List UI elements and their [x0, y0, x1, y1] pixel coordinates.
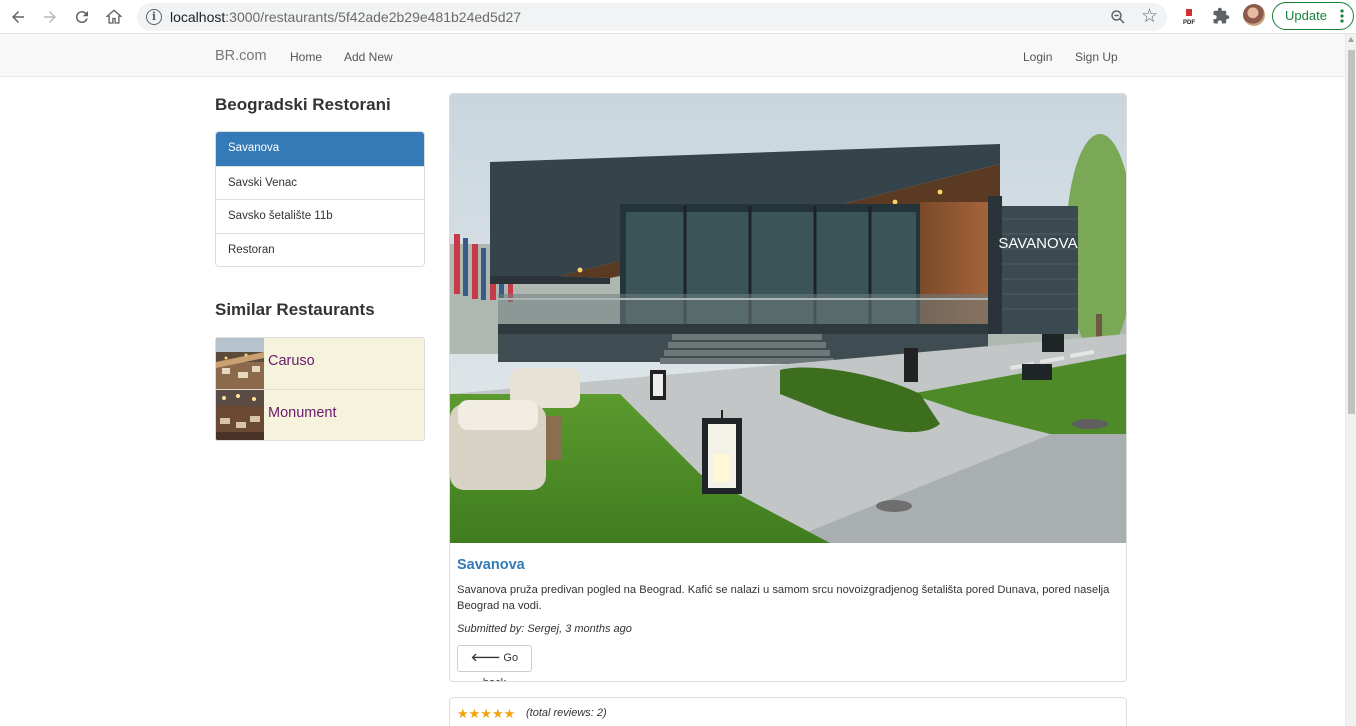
reviews-panel: ★★★★★ (total reviews: 2): [449, 697, 1127, 726]
list-item-type[interactable]: Restoran: [216, 232, 424, 267]
list-item-name[interactable]: Savanova: [216, 132, 424, 166]
pdf-extension-icon[interactable]: PDF: [1181, 8, 1197, 26]
rating-stars: ★★★★★: [457, 706, 516, 721]
back-icon[interactable]: [5, 4, 31, 30]
brand-link[interactable]: BR.com: [215, 48, 267, 64]
url-text[interactable]: localhost:3000/restaurants/5f42ade2b29e4…: [170, 9, 521, 25]
browser-update-button[interactable]: Update: [1272, 2, 1354, 30]
extensions-puzzle-icon[interactable]: [1212, 7, 1230, 25]
nav-signup[interactable]: Sign Up: [1075, 50, 1118, 64]
profile-avatar[interactable]: [1243, 4, 1265, 26]
similar-restaurants-list: Caruso Monument: [215, 337, 425, 441]
nav-login[interactable]: Login: [1023, 50, 1052, 64]
similar-restaurants-title: Similar Restaurants: [215, 300, 375, 319]
go-back-button[interactable]: 🡐Go back: [457, 645, 532, 681]
scrollbar-thumb[interactable]: [1348, 50, 1355, 414]
monument-thumbnail: [216, 390, 264, 440]
forward-icon[interactable]: [37, 4, 63, 30]
similar-name-caruso[interactable]: Caruso: [268, 353, 315, 369]
site-info-icon[interactable]: i: [146, 9, 162, 25]
similar-item-caruso[interactable]: Caruso: [216, 338, 424, 389]
restaurant-photo: SAVANOVA: [450, 94, 1126, 543]
sign-text: SAVANOVA: [998, 235, 1077, 252]
sidebar-title: Beogradski Restorani: [215, 95, 391, 114]
total-reviews: (total reviews: 2): [526, 707, 607, 719]
submitted-by: Submitted by: Sergej, 3 months ago: [457, 623, 632, 635]
zoom-icon[interactable]: [1109, 8, 1127, 26]
browser-toolbar: i localhost:3000/restaurants/5f42ade2b29…: [0, 0, 1356, 34]
svg-text:PDF: PDF: [1183, 20, 1195, 26]
restaurant-title[interactable]: Savanova: [457, 557, 525, 573]
page-scrollbar[interactable]: [1345, 34, 1356, 726]
restaurant-detail-panel: SAVANOVA Savanova Savanova pruža prediva…: [449, 93, 1127, 682]
list-item-area[interactable]: Savski Venac: [216, 165, 424, 200]
more-menu-icon[interactable]: [1340, 9, 1344, 23]
nav-home[interactable]: Home: [290, 50, 322, 64]
address-bar[interactable]: i localhost:3000/restaurants/5f42ade2b29…: [137, 3, 1167, 31]
scroll-up-icon[interactable]: [1348, 37, 1354, 42]
nav-add-new[interactable]: Add New: [344, 50, 393, 64]
bookmark-star-icon[interactable]: ☆: [1141, 5, 1158, 28]
list-item-address[interactable]: Savsko šetalište 11b: [216, 199, 424, 233]
caruso-thumbnail: [216, 338, 264, 389]
site-navbar: BR.com Home Add New Login Sign Up: [0, 34, 1345, 77]
similar-name-monument[interactable]: Monument: [268, 405, 337, 421]
home-icon[interactable]: [101, 4, 127, 30]
similar-item-monument[interactable]: Monument: [216, 389, 424, 440]
restaurant-info-list: Savanova Savski Venac Savsko šetalište 1…: [215, 131, 425, 267]
restaurant-description: Savanova pruža predivan pogled na Beogra…: [457, 584, 1110, 612]
reload-icon[interactable]: [69, 4, 95, 30]
arrow-left-icon: 🡐: [470, 652, 501, 664]
